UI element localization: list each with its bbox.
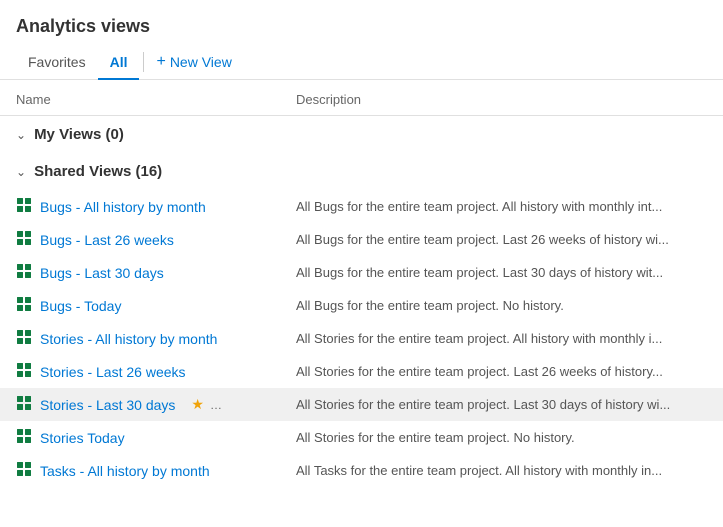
page-title: Analytics views (16, 16, 150, 36)
table-header: Name Description (0, 84, 723, 116)
tabs-bar: Favorites All + New View (0, 45, 723, 80)
row-description: All Bugs for the entire team project. La… (296, 265, 707, 280)
grid-icon (16, 329, 32, 348)
chevron-icon: ⌄ (16, 128, 26, 142)
row-link[interactable]: Stories - All history by month (40, 331, 217, 347)
section-my-views-title: My Views (0) (34, 126, 124, 143)
star-icon[interactable]: ★ (191, 396, 204, 413)
grid-icon (16, 395, 32, 414)
table-row[interactable]: Bugs - Last 30 days All Bugs for the ent… (0, 256, 723, 289)
new-view-button[interactable]: + New View (148, 45, 239, 79)
section-my-views[interactable]: ⌄ My Views (0) (0, 116, 723, 153)
table-row[interactable]: Stories - Last 30 days ★ … All Stories f… (0, 388, 723, 421)
col-name-header: Name (16, 92, 296, 107)
row-description: All Bugs for the entire team project. No… (296, 298, 707, 313)
row-name-cell: Stories Today (16, 428, 296, 447)
row-description: All Stories for the entire team project.… (296, 430, 707, 445)
table-row[interactable]: Bugs - Last 26 weeks All Bugs for the en… (0, 223, 723, 256)
table-row[interactable]: Bugs - Today All Bugs for the entire tea… (0, 289, 723, 322)
table-row[interactable]: Tasks - All history by month All Tasks f… (0, 454, 723, 487)
grid-icon (16, 197, 32, 216)
row-description: All Bugs for the entire team project. Al… (296, 199, 707, 214)
row-link[interactable]: Stories - Last 26 weeks (40, 364, 186, 380)
grid-icon (16, 428, 32, 447)
more-options-icon[interactable]: … (210, 398, 223, 412)
row-description: All Bugs for the entire team project. La… (296, 232, 707, 247)
grid-icon (16, 362, 32, 381)
row-link[interactable]: Bugs - Today (40, 298, 121, 314)
col-desc-header: Description (296, 92, 707, 107)
row-link[interactable]: Tasks - All history by month (40, 463, 210, 479)
tab-favorites[interactable]: Favorites (16, 46, 98, 80)
new-view-label: New View (170, 54, 232, 70)
tab-divider (143, 52, 144, 72)
chevron-icon: ⌄ (16, 165, 26, 179)
row-name-cell: Tasks - All history by month (16, 461, 296, 480)
plus-icon: + (156, 53, 165, 71)
row-name-cell: Stories - Last 26 weeks (16, 362, 296, 381)
row-link[interactable]: Bugs - All history by month (40, 199, 206, 215)
row-name-cell: Stories - All history by month (16, 329, 296, 348)
row-link[interactable]: Bugs - Last 30 days (40, 265, 164, 281)
row-name-cell: Stories - Last 30 days ★ … (16, 395, 296, 414)
grid-icon (16, 296, 32, 315)
grid-icon (16, 263, 32, 282)
row-name-cell: Bugs - All history by month (16, 197, 296, 216)
table-row[interactable]: Stories Today All Stories for the entire… (0, 421, 723, 454)
grid-icon (16, 230, 32, 249)
row-name-cell: Bugs - Last 26 weeks (16, 230, 296, 249)
row-description: All Stories for the entire team project.… (296, 331, 707, 346)
row-link[interactable]: Stories - Last 30 days (40, 397, 175, 413)
shared-rows-container: Bugs - All history by month All Bugs for… (0, 190, 723, 487)
tab-all[interactable]: All (98, 46, 140, 80)
row-description: All Stories for the entire team project.… (296, 364, 707, 379)
section-shared-views[interactable]: ⌄ Shared Views (16) (0, 153, 723, 190)
table-row[interactable]: Stories - All history by month All Stori… (0, 322, 723, 355)
grid-icon (16, 461, 32, 480)
row-description: All Tasks for the entire team project. A… (296, 463, 707, 478)
row-link[interactable]: Stories Today (40, 430, 125, 446)
row-actions: ★ … (191, 396, 223, 413)
row-name-cell: Bugs - Last 30 days (16, 263, 296, 282)
section-shared-views-title: Shared Views (16) (34, 163, 162, 180)
table-row[interactable]: Bugs - All history by month All Bugs for… (0, 190, 723, 223)
page-header: Analytics views (0, 0, 723, 45)
row-description: All Stories for the entire team project.… (296, 397, 707, 412)
row-name-cell: Bugs - Today (16, 296, 296, 315)
table-row[interactable]: Stories - Last 26 weeks All Stories for … (0, 355, 723, 388)
row-link[interactable]: Bugs - Last 26 weeks (40, 232, 174, 248)
